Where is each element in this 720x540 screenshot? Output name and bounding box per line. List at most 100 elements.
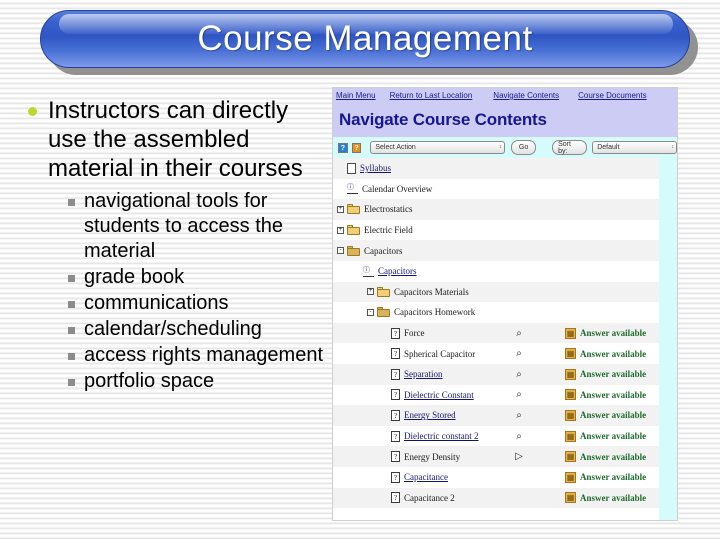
answer-available-label: Answer available bbox=[580, 451, 647, 462]
slide-title-banner: Course Management bbox=[40, 10, 698, 75]
answer-available-label: Answer available bbox=[580, 369, 647, 380]
sort-by-button[interactable]: Sort by: bbox=[552, 140, 588, 155]
sub-bullet-text: communications bbox=[84, 292, 229, 314]
tree-row[interactable]: ? Energy Stored ⌕ ▦ Answer available bbox=[333, 405, 659, 426]
sort-order-dropdown[interactable]: Default ↕ bbox=[592, 141, 677, 154]
nav-link-main-menu[interactable]: Main Menu bbox=[336, 91, 376, 100]
preview-icon[interactable]: ⌕ bbox=[513, 369, 525, 380]
answer-available-badge[interactable]: ▦ Answer available bbox=[565, 327, 647, 339]
answer-available-badge[interactable]: ▦ Answer available bbox=[565, 368, 647, 380]
folder-icon bbox=[377, 286, 390, 297]
question-icon: ? bbox=[391, 348, 400, 360]
question-icon: ? bbox=[391, 492, 400, 504]
expand-toggle-icon[interactable]: + bbox=[337, 205, 344, 213]
document-icon bbox=[347, 162, 356, 174]
folder-icon bbox=[347, 204, 360, 215]
tree-item-label[interactable]: Dielectric Constant bbox=[404, 390, 474, 400]
answer-available-icon: ▦ bbox=[565, 492, 576, 504]
answer-available-badge[interactable]: ▦ Answer available bbox=[565, 492, 646, 504]
tree-row[interactable]: + Electric Field bbox=[333, 219, 659, 241]
folder-open-icon bbox=[377, 307, 390, 318]
tree-row[interactable]: ? Energy Density ▷ ▦ Answer available bbox=[333, 446, 659, 467]
expand-toggle-icon[interactable]: + bbox=[337, 226, 344, 234]
go-button[interactable]: Go bbox=[511, 140, 537, 155]
tree-row[interactable]: + Capacitors Materials bbox=[333, 281, 659, 303]
answer-available-label: Answer available bbox=[580, 389, 647, 400]
bullet-square-icon bbox=[68, 275, 75, 282]
help-orange-icon[interactable]: ? bbox=[351, 142, 362, 153]
answer-available-badge[interactable]: ▦ Answer available bbox=[565, 451, 647, 463]
tree-item-label[interactable]: Capacitors bbox=[378, 266, 417, 276]
answer-available-badge[interactable]: ▦ Answer available bbox=[565, 348, 647, 360]
tree-item-label[interactable]: Separation bbox=[404, 369, 443, 379]
preview-icon[interactable]: ⌕ bbox=[513, 389, 525, 400]
bullet-list: Instructors can directly use the assembl… bbox=[28, 96, 328, 395]
answer-available-icon: ▦ bbox=[565, 327, 576, 339]
preview-icon[interactable]: ⌕ bbox=[513, 410, 525, 421]
tree-row[interactable]: ? Force ⌕ ▦ Answer available bbox=[333, 322, 659, 344]
tree-item-label: Force bbox=[404, 328, 425, 339]
tree-item-label[interactable]: Energy Stored bbox=[404, 410, 456, 420]
tree-item-label: Capacitance 2 bbox=[404, 492, 455, 503]
answer-available-icon: ▦ bbox=[565, 409, 576, 421]
tree-row[interactable]: ⓘ Capacitors bbox=[333, 260, 659, 282]
answer-available-badge[interactable]: ▦ Answer available bbox=[565, 409, 646, 421]
answer-available-badge[interactable]: ▦ Answer available bbox=[565, 430, 647, 442]
sub-bullet-item: portfolio space bbox=[68, 369, 328, 394]
tree-item-label[interactable]: Capacitance bbox=[404, 472, 448, 482]
nav-link-navigate-contents[interactable]: Navigate Contents bbox=[493, 91, 559, 100]
tree-row[interactable]: ⓘ Calendar Overview bbox=[333, 178, 659, 200]
help-blue-icon[interactable]: ? bbox=[338, 142, 348, 153]
tree-row[interactable]: ? Capacitance 2 ▦ Answer available bbox=[333, 487, 659, 509]
tree-row[interactable]: - Capacitors Homework bbox=[333, 302, 659, 323]
calendar-icon: ⓘ bbox=[363, 266, 374, 277]
bullet-square-icon bbox=[68, 199, 75, 206]
slide-canvas: Course Management Instructors can direct… bbox=[0, 0, 720, 540]
course-contents-tree: Syllabus ⓘ Calendar Overview + Electrostatic… bbox=[333, 158, 659, 520]
collapse-toggle-icon[interactable]: - bbox=[337, 247, 344, 255]
sub-bullet-text: calendar/scheduling bbox=[84, 318, 262, 340]
preview-icon[interactable]: ⌕ bbox=[513, 328, 525, 339]
tree-row[interactable]: ? Spherical Capacitor ⌕ ▦ Answer available bbox=[333, 343, 659, 364]
app-page-header: Navigate Course Contents bbox=[333, 103, 677, 137]
bullet-square-icon bbox=[68, 379, 75, 386]
expand-toggle-icon[interactable]: + bbox=[367, 288, 374, 296]
question-icon: ? bbox=[391, 451, 400, 463]
tree-row[interactable]: ? Capacitance ▦ Answer available bbox=[333, 466, 659, 488]
answer-available-label: Answer available bbox=[580, 328, 647, 339]
tree-row[interactable]: + Electrostatics bbox=[333, 199, 659, 220]
answer-available-label: Answer available bbox=[580, 348, 647, 359]
sort-order-value: Default bbox=[597, 144, 620, 151]
select-action-dropdown[interactable]: Select Action ↕ bbox=[370, 141, 506, 154]
answer-available-badge[interactable]: ▦ Answer available bbox=[565, 471, 646, 483]
tree-row[interactable]: ? Dielectric constant 2 ⌕ ▦ Answer available bbox=[333, 425, 659, 447]
sub-bullet-item: navigational tools for students to acces… bbox=[68, 189, 328, 264]
preview-icon[interactable]: ⌕ bbox=[513, 348, 525, 359]
tree-row[interactable]: ? Dielectric Constant ⌕ ▦ Answer available bbox=[333, 384, 659, 406]
tree-item-label[interactable]: Dielectric constant 2 bbox=[404, 431, 478, 441]
collapse-toggle-icon[interactable]: - bbox=[367, 308, 374, 316]
preview-icon[interactable]: ⌕ bbox=[513, 431, 525, 442]
answer-available-icon: ▦ bbox=[565, 451, 576, 463]
calendar-icon: ⓘ bbox=[347, 183, 358, 195]
tree-row[interactable]: ? Separation ⌕ ▦ Answer available bbox=[333, 363, 659, 385]
tree-item-label: Calendar Overview bbox=[362, 183, 433, 194]
answer-available-badge[interactable]: ▦ Answer available bbox=[565, 389, 647, 401]
answer-available-label: Answer available bbox=[580, 431, 647, 442]
sub-bullet-text: grade book bbox=[84, 266, 185, 288]
tree-row[interactable]: Syllabus bbox=[333, 158, 659, 179]
app-toolbar: ? ? Select Action ↕ Go Sort by: Default … bbox=[333, 137, 677, 158]
nav-link-return-last[interactable]: Return to Last Location bbox=[390, 91, 473, 100]
tree-row[interactable]: - Capacitors bbox=[333, 240, 659, 261]
tree-item-label[interactable]: Syllabus bbox=[360, 163, 391, 173]
sub-bullet-list: navigational tools for students to acces… bbox=[28, 189, 328, 394]
folder-open-icon bbox=[347, 245, 360, 256]
play-icon[interactable]: ▷ bbox=[513, 451, 525, 462]
nav-link-course-documents[interactable]: Course Documents bbox=[578, 91, 646, 100]
